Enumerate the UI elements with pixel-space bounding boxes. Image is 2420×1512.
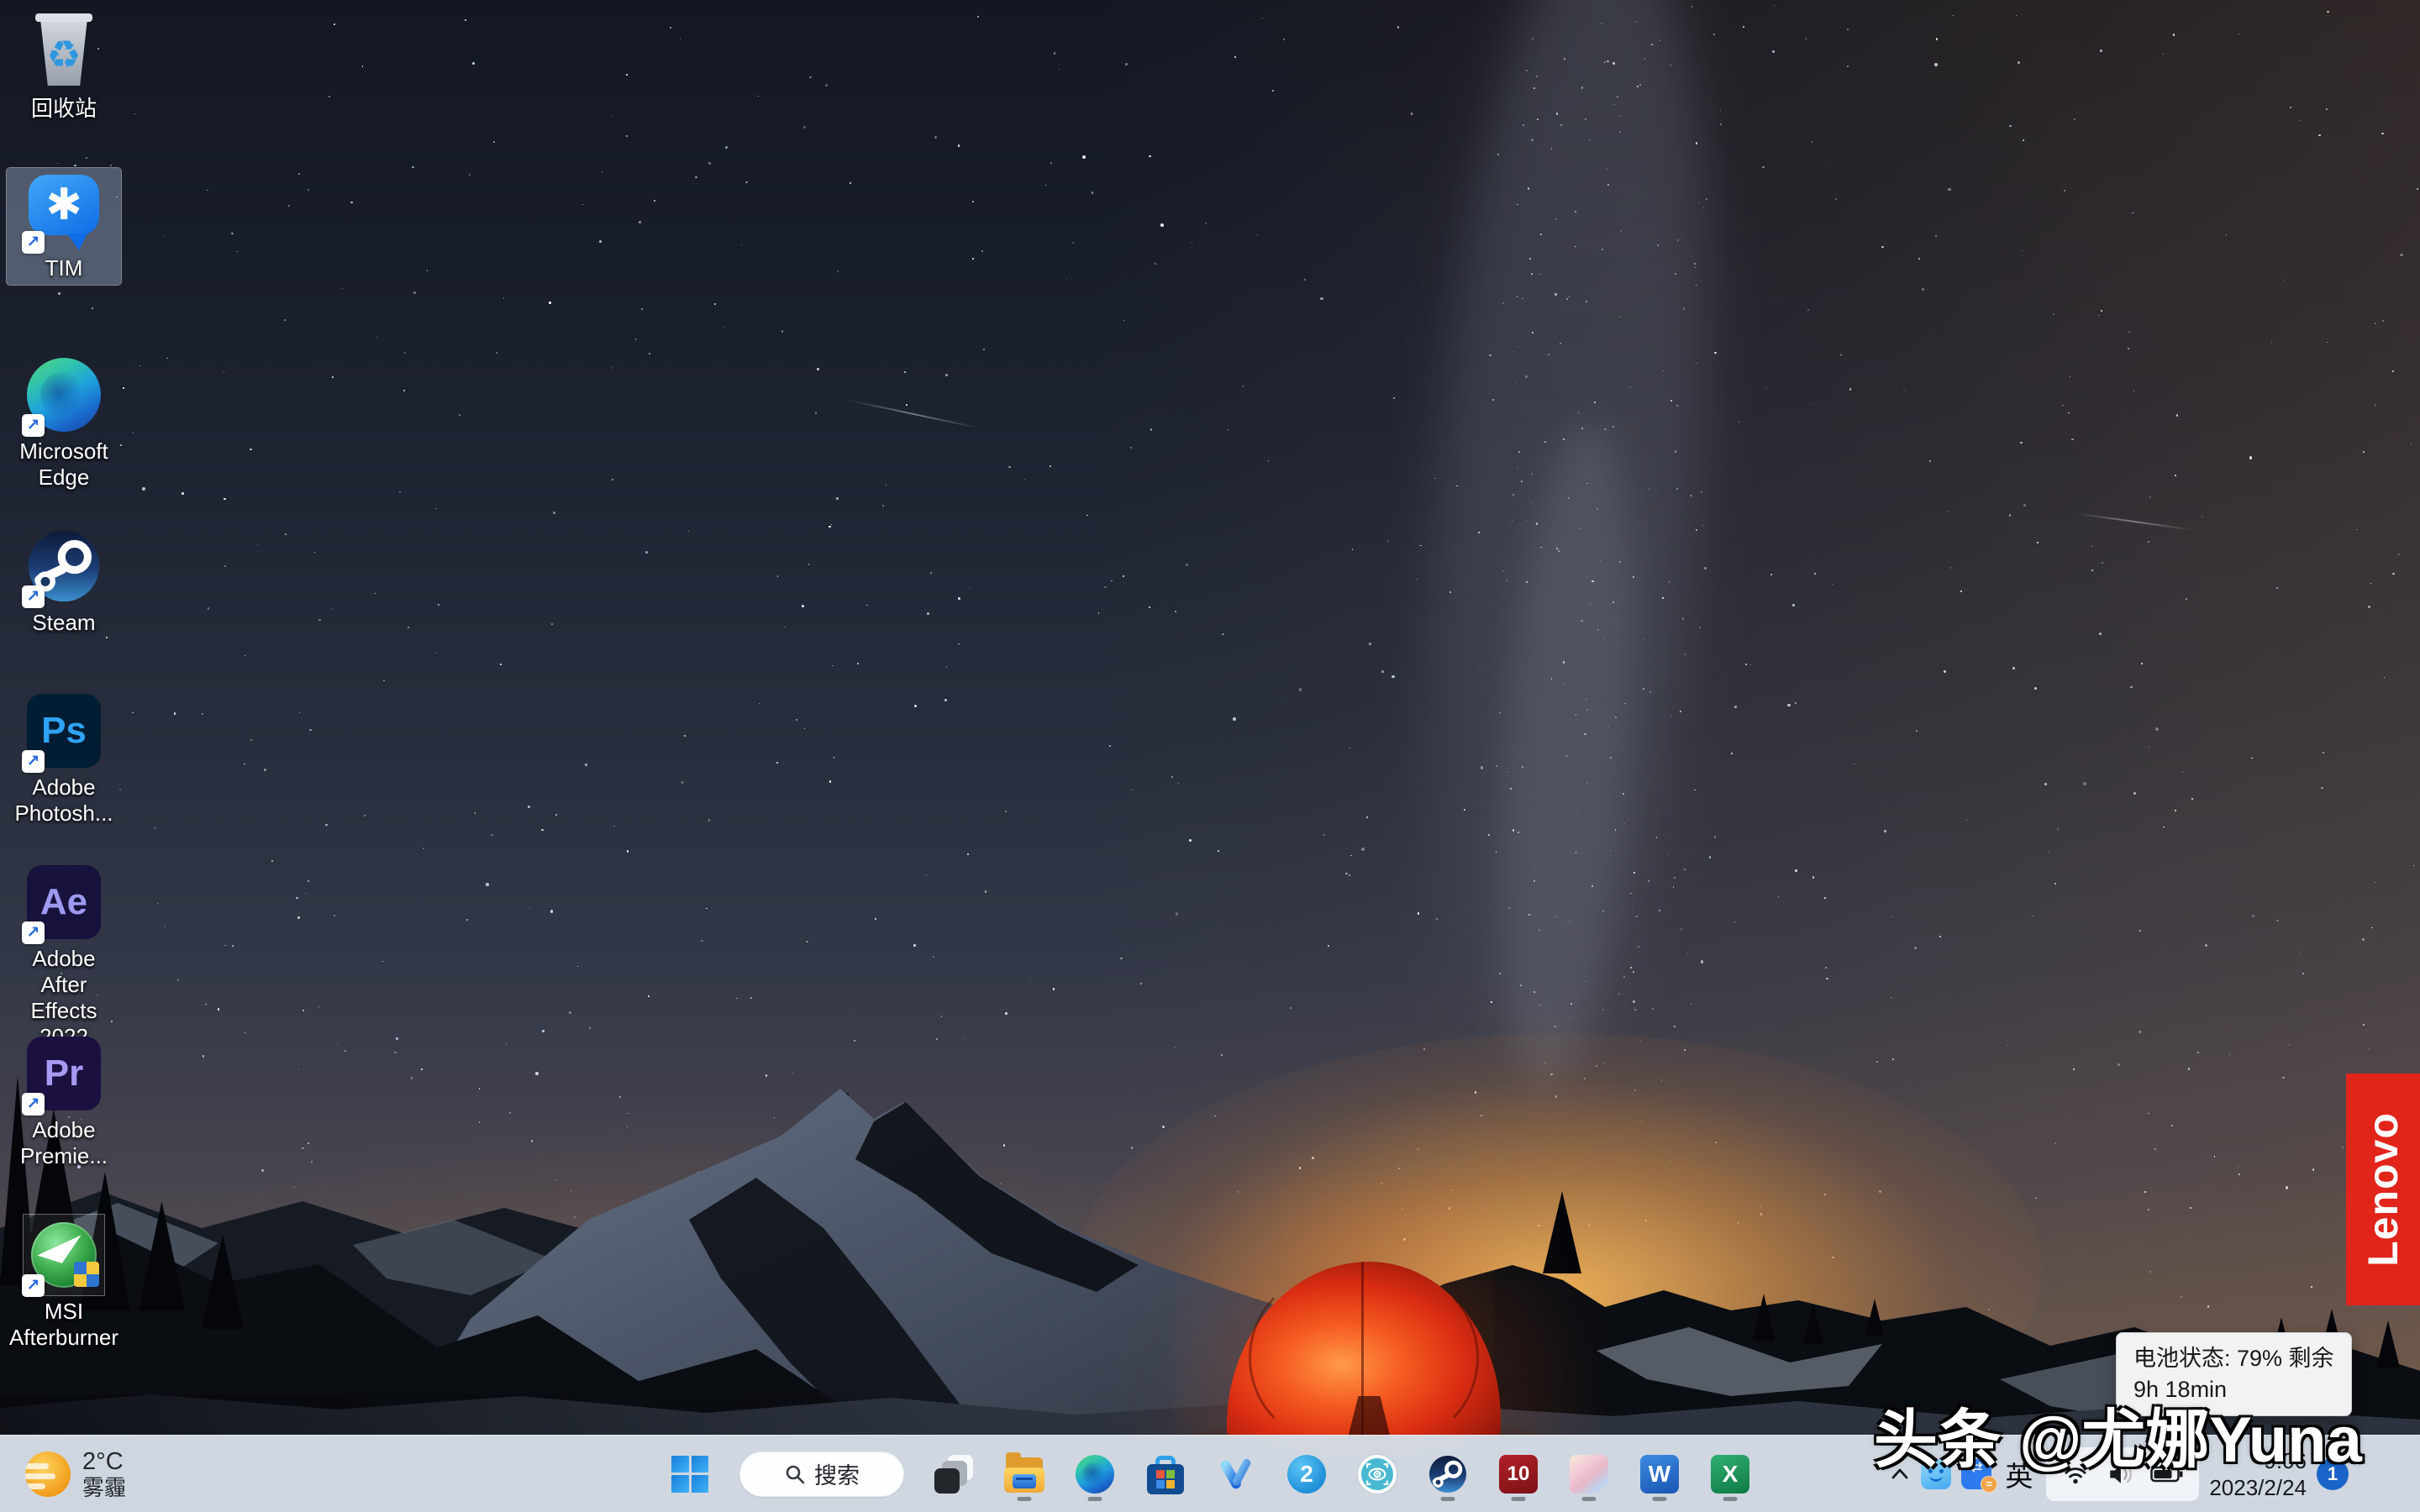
- running-indicator: [1088, 1497, 1102, 1501]
- recycle-bin-icon: ♻: [24, 12, 104, 92]
- wifi-icon: [2061, 1460, 2090, 1488]
- running-indicator: [1653, 1497, 1667, 1501]
- icon-label: MSI Afterburner: [9, 1299, 118, 1351]
- blue-2-app-icon: 2: [1287, 1455, 1326, 1494]
- anime-app-icon: [1570, 1455, 1608, 1494]
- taskbar-start-button[interactable]: [669, 1445, 711, 1504]
- weather-condition: 雾霾: [82, 1475, 126, 1500]
- tray-system-icons[interactable]: [2046, 1447, 2199, 1501]
- steam-icon: [1428, 1455, 1467, 1494]
- notification-count-badge[interactable]: 1: [2317, 1458, 2349, 1490]
- taskbar-file-explorer-button[interactable]: [1003, 1445, 1045, 1504]
- shortcut-arrow-icon: ↗: [22, 921, 45, 944]
- microsoft-store-icon: [1147, 1454, 1184, 1494]
- speaker-icon: [2105, 1459, 2135, 1489]
- file-explorer-icon: [1004, 1456, 1044, 1493]
- msi-afterburner-icon: ↗: [24, 1215, 104, 1295]
- lenovo-logo-banner: Lenovo: [2346, 1074, 2420, 1305]
- tim-star-glyph: ✱: [45, 183, 82, 227]
- taskbar-search[interactable]: 搜索: [739, 1452, 904, 1497]
- desktop-icon-recycle-bin[interactable]: ♻ 回收站: [7, 8, 121, 125]
- taskbar-meeting-button[interactable]: [1215, 1445, 1257, 1504]
- icon-label: Adobe Premie...: [20, 1117, 108, 1169]
- excel-icon: X: [1711, 1455, 1749, 1494]
- icon-label: Microsoft Edge: [19, 438, 108, 491]
- tim-icon: ✱ ↗: [24, 171, 104, 252]
- taskbar-weather-widget[interactable]: 2°C 雾霾: [17, 1436, 134, 1512]
- taskbar-app2-button[interactable]: 2: [1286, 1445, 1328, 1504]
- search-placeholder: 搜索: [814, 1457, 860, 1490]
- desktop-icon-steam[interactable]: ↗ Steam: [7, 522, 121, 639]
- battery-status-line2: 9h 18min: [2133, 1374, 2334, 1405]
- tray-ime-indicator[interactable]: 英: [2002, 1454, 2036, 1494]
- desktop-icon-tim[interactable]: ✱ ↗ TIM: [7, 168, 121, 285]
- edge-icon: ↗: [24, 354, 104, 435]
- word-icon: W: [1640, 1455, 1679, 1494]
- icon-label: Adobe Photosh...: [14, 774, 113, 827]
- shortcut-arrow-icon: ↗: [22, 585, 45, 608]
- icon-label: 回收站: [31, 96, 97, 122]
- tray-show-hidden-icons-button[interactable]: [1889, 1463, 1911, 1485]
- running-indicator: [1723, 1497, 1738, 1501]
- photoshop-icon: Ps ↗: [24, 690, 104, 771]
- taskbar-word-button[interactable]: W: [1639, 1445, 1681, 1504]
- tree-layer: [0, 0, 2420, 1512]
- shortcut-arrow-icon: ↗: [22, 414, 45, 437]
- task-view-icon: [934, 1455, 973, 1494]
- windows-logo-icon: [671, 1456, 708, 1493]
- translate-icon: ⇄ =: [1961, 1459, 1991, 1489]
- taskbar-eyecare-button[interactable]: [1356, 1445, 1398, 1504]
- taskbar-excel-button[interactable]: X: [1709, 1445, 1751, 1504]
- premiere-icon: Pr ↗: [24, 1033, 104, 1114]
- desktop-icon-msi-afterburner[interactable]: ↗ MSI Afterburner: [7, 1211, 121, 1354]
- edge-icon: [1076, 1455, 1114, 1494]
- running-indicator: [1582, 1497, 1597, 1501]
- tray-clock[interactable]: 9:06 2023/2/24: [2209, 1447, 2307, 1501]
- shortcut-arrow-icon: ↗: [22, 231, 45, 254]
- taskbar-task-view-button[interactable]: [933, 1445, 975, 1504]
- shortcut-arrow-icon: ↗: [22, 1093, 45, 1116]
- chevron-up-icon: [1889, 1463, 1911, 1485]
- battery-icon: [2150, 1464, 2184, 1484]
- taskbar-edge-button[interactable]: [1074, 1445, 1116, 1504]
- taskbar-store-button[interactable]: [1144, 1445, 1186, 1504]
- desktop-icon-after-effects[interactable]: Ae ↗ Adobe After Effects 2022: [7, 858, 121, 1053]
- battery-status-tooltip: 电池状态: 79% 剩余 9h 18min: [2116, 1332, 2352, 1416]
- desktop-icon-microsoft-edge[interactable]: ↗ Microsoft Edge: [7, 351, 121, 494]
- tray-time: 9:06: [2209, 1447, 2307, 1474]
- search-icon: [784, 1463, 806, 1485]
- tencent-meeting-icon: [1217, 1455, 1255, 1494]
- weather-temp: 2°C: [82, 1448, 126, 1475]
- desktop-icon-premiere[interactable]: Pr ↗ Adobe Premie...: [7, 1030, 121, 1173]
- app-10-icon: 10: [1499, 1455, 1538, 1494]
- steam-icon: ↗: [24, 526, 104, 606]
- taskbar-anime-app-button[interactable]: [1568, 1445, 1610, 1504]
- hazy-sun-icon: [25, 1452, 71, 1497]
- taskbar-steam-button[interactable]: [1427, 1445, 1469, 1504]
- taskbar-app10-button[interactable]: 10: [1497, 1445, 1539, 1504]
- running-indicator: [1512, 1497, 1526, 1501]
- running-indicator: [1441, 1497, 1455, 1501]
- recycle-glyph: ♻: [24, 17, 104, 92]
- tray-translate-button[interactable]: ⇄ =: [1961, 1459, 1991, 1489]
- tim-smiley-icon: [1921, 1459, 1951, 1489]
- shortcut-arrow-icon: ↗: [22, 1274, 45, 1297]
- tray-tim-button[interactable]: [1921, 1459, 1951, 1489]
- running-indicator: [1018, 1497, 1032, 1501]
- after-effects-icon: Ae ↗: [24, 862, 104, 942]
- battery-status-line1: 电池状态: 79% 剩余: [2133, 1343, 2334, 1374]
- icon-label: TIM: [45, 255, 83, 281]
- desktop-icon-photoshop[interactable]: Ps ↗ Adobe Photosh...: [7, 687, 121, 830]
- taskbar: 2°C 雾霾 搜索: [0, 1435, 2420, 1512]
- desktop-wallpaper: [0, 0, 2420, 1512]
- tray-date: 2023/2/24: [2209, 1474, 2307, 1501]
- icon-label: Steam: [32, 610, 95, 636]
- eye-capture-icon: [1358, 1455, 1397, 1494]
- shortcut-arrow-icon: ↗: [22, 750, 45, 773]
